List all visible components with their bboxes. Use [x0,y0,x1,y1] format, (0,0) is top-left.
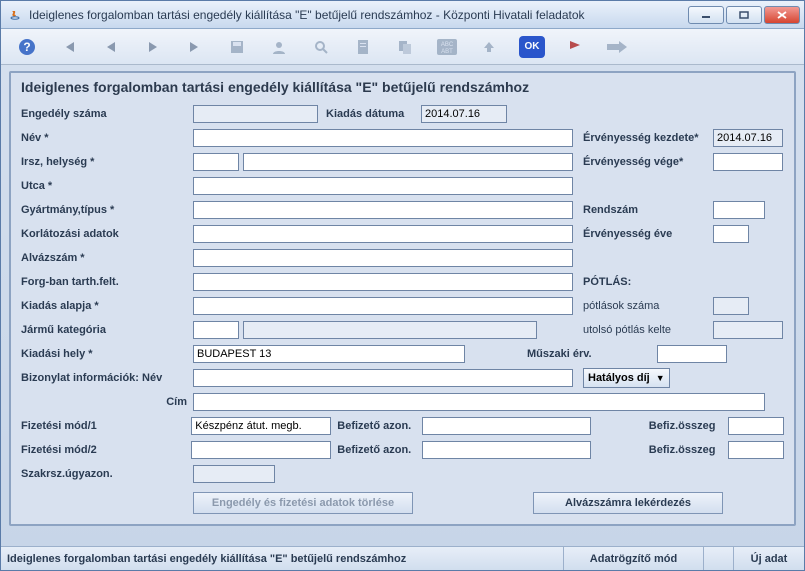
copy-icon[interactable] [393,35,417,59]
kiadas-datuma-field [421,105,507,123]
label-potlas: PÓTLÁS: [583,276,713,288]
app-window: Ideiglenes forgalomban tartási engedély … [0,0,805,571]
jarmu-kat-field[interactable] [193,321,239,339]
label-jarmu-kat: Jármű kategória [21,324,193,336]
utca-field[interactable] [193,177,573,195]
erv-eve-field[interactable] [713,225,749,243]
label-irsz: Irsz, helység * [21,156,193,168]
korlatozasi-field[interactable] [193,225,573,243]
ok-button[interactable]: OK [519,36,545,58]
document-icon[interactable] [351,35,375,59]
svg-text:ABC: ABC [441,42,454,48]
content-area: Ideiglenes forgalomban tartási engedély … [1,65,804,546]
utolso-potlas-field [713,321,783,339]
label-utca: Utca * [21,180,193,192]
befizeto-azon1-field[interactable] [422,417,590,435]
first-icon[interactable] [57,35,81,59]
label-muszaki-erv: Műszaki érv. [527,348,657,360]
statusbar: Ideiglenes forgalomban tartási engedély … [1,546,804,570]
erv-vege-field[interactable] [713,153,783,171]
label-erv-vege: Érvényesség vége* [583,156,713,168]
nev-field[interactable] [193,129,573,147]
label-korlatozasi: Korlátozási adatok [21,228,193,240]
forg-ban-field[interactable] [193,273,573,291]
main-panel: Ideiglenes forgalomban tartási engedély … [9,71,796,526]
befizeto-azon2-field[interactable] [422,441,590,459]
label-befizeto-azon-2: Befizető azon. [337,444,422,456]
label-kiadas-alapja: Kiadás alapja * [21,300,193,312]
alvazszam-query-button[interactable]: Alvázszámra lekérdezés [533,492,723,514]
alvazszam-field[interactable] [193,249,573,267]
svg-text:ABT: ABT [441,49,453,55]
szakrsz-field [193,465,275,483]
label-alvazszam: Alvázszám * [21,252,193,264]
rendszam-field[interactable] [713,201,765,219]
label-utolso-potlas: utolsó pótlás kelte [583,324,713,336]
svg-text:?: ? [23,40,30,54]
label-engedely-szama: Engedély száma [21,108,193,120]
gyartmany-field[interactable] [193,201,573,219]
label-erv-eve: Érvényesség éve [583,228,713,240]
irsz-field[interactable] [193,153,239,171]
jarmu-kat-desc-field [243,321,537,339]
label-gyartmany: Gyártmány,típus * [21,204,193,216]
status-left: Ideiglenes forgalomban tartási engedély … [1,547,564,570]
status-mode: Adatrögzítő mód [564,547,704,570]
save-icon[interactable] [225,35,249,59]
muszaki-erv-field[interactable] [657,345,727,363]
label-befizeto-azon-1: Befizető azon. [337,420,422,432]
label-befiz-osszeg-1: Befiz.összeg [649,420,728,432]
forward-icon[interactable] [605,35,629,59]
hatalyos-dij-dropdown[interactable]: Hatályos díj ▼ [583,368,670,388]
label-forg-ban: Forg-ban tarth.felt. [21,276,193,288]
prev-icon[interactable] [99,35,123,59]
label-potlasok-szama: pótlások száma [583,300,713,312]
label-erv-kezdete: Érvényesség kezdete* [583,132,713,144]
minimize-button[interactable] [688,6,724,24]
dropdown-label: Hatályos díj [588,372,650,384]
abc-icon[interactable]: ABCABT [435,35,459,59]
status-right: Új adat [734,547,804,570]
potlasok-szama-field [713,297,749,315]
maximize-button[interactable] [726,6,762,24]
flag-icon[interactable] [563,35,587,59]
delete-button[interactable]: Engedély és fizetési adatok törlése [193,492,413,514]
search-icon[interactable] [309,35,333,59]
fiz-mod1-field[interactable] [191,417,331,435]
label-kiadas-datuma: Kiadás dátuma [326,108,421,120]
label-rendszam: Rendszám [583,204,713,216]
help-icon[interactable]: ? [15,35,39,59]
titlebar: Ideiglenes forgalomban tartási engedély … [1,1,804,29]
label-befiz-osszeg-2: Befiz.összeg [649,444,728,456]
panel-title: Ideiglenes forgalomban tartási engedély … [21,79,784,95]
label-kiadasi-hely: Kiadási hely * [21,348,193,360]
window-title: Ideiglenes forgalomban tartási engedély … [29,8,688,22]
erv-kezdete-field [713,129,783,147]
close-button[interactable] [764,6,800,24]
user-icon[interactable] [267,35,291,59]
chevron-down-icon: ▼ [656,373,665,383]
label-cim: Cím [21,396,193,408]
engedely-szama-field [193,105,318,123]
label-nev: Név * [21,132,193,144]
up-icon[interactable] [477,35,501,59]
toolbar: ? ABCABT OK [1,29,804,65]
fiz-mod2-field[interactable] [191,441,331,459]
cim-field[interactable] [193,393,765,411]
next-icon[interactable] [141,35,165,59]
label-fiz-mod1: Fizetési mód/1 [21,420,191,432]
befiz-osszeg2-field[interactable] [728,441,784,459]
befiz-osszeg1-field[interactable] [728,417,784,435]
kiadasi-hely-field[interactable] [193,345,465,363]
bizonylat-nev-field[interactable] [193,369,573,387]
last-icon[interactable] [183,35,207,59]
label-bizonylat: Bizonylat információk: Név [21,372,193,384]
java-icon [7,7,23,23]
label-szakrsz: Szakrsz.úgyazon. [21,468,193,480]
helyseg-field[interactable] [243,153,573,171]
label-fiz-mod2: Fizetési mód/2 [21,444,191,456]
kiadas-alapja-field[interactable] [193,297,573,315]
